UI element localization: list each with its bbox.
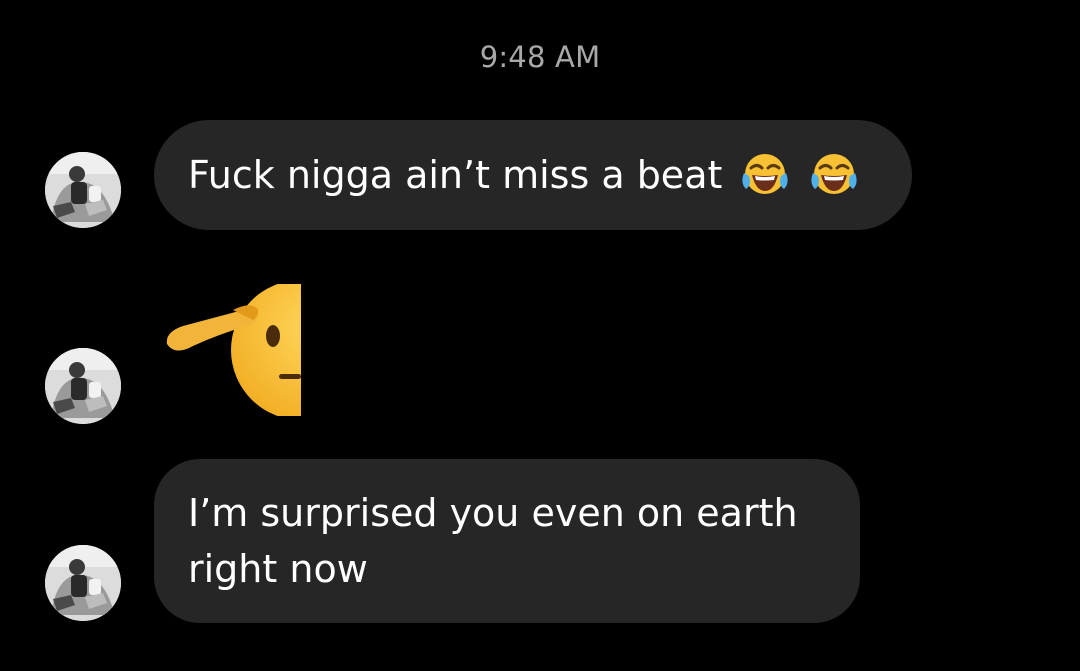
message-text: I’m surprised you even on earth right no… [188, 491, 798, 591]
message-bubble[interactable]: I’m surprised you even on earth right no… [154, 459, 860, 623]
avatar-photo-icon [45, 152, 121, 228]
message-timestamp: 9:48 AM [479, 40, 601, 74]
saluting-face-icon[interactable] [163, 284, 303, 416]
face-with-tears-of-joy-icon [740, 151, 790, 212]
chat-thread: 9:48 AM Fuck nigga ain’t miss a beat I’m… [0, 0, 1080, 671]
message-bubble[interactable]: Fuck nigga ain’t miss a beat [154, 120, 912, 230]
sender-avatar[interactable] [45, 348, 121, 424]
avatar-photo-icon [45, 348, 121, 424]
face-with-tears-of-joy-icon [809, 151, 859, 212]
sender-avatar[interactable] [45, 152, 121, 228]
avatar-photo-icon [45, 545, 121, 621]
sender-avatar[interactable] [45, 545, 121, 621]
message-text: Fuck nigga ain’t miss a beat [188, 153, 723, 197]
